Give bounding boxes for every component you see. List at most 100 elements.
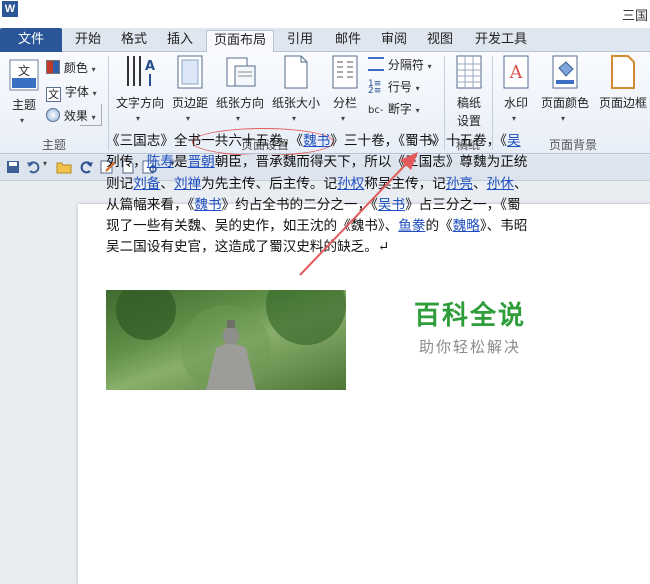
tab-insert[interactable]: 插入	[158, 30, 202, 52]
line-numbers-label: 行号	[387, 80, 412, 94]
columns-label: 分栏	[332, 96, 357, 110]
chevron-down-icon: ▾	[136, 114, 141, 123]
theme-group-label: 主题	[41, 138, 66, 152]
chevron-down-icon: ▾	[92, 89, 97, 98]
chevron-down-icon: ▾	[415, 84, 420, 93]
text-line: 现了一些有关魏、吴的史作，如王沈的《魏书》、鱼豢的《魏略》、韦昭	[106, 216, 586, 237]
text-run: 为先主传、后主传。记	[201, 175, 338, 192]
hyperlink[interactable]: 晋朝	[188, 154, 215, 170]
window-title: 三国	[621, 9, 648, 24]
manuscript-settings-button[interactable]: 稿纸 设置	[448, 54, 490, 132]
text-run: 、	[160, 175, 174, 192]
manuscript-label-line1: 稿纸	[456, 96, 481, 110]
chevron-down-icon: ▾	[292, 114, 297, 123]
watermark-subtitle: 助你轻松解决	[418, 338, 521, 356]
hyphenation-icon: bc-	[368, 105, 384, 116]
theme-fonts-button[interactable]: 文 字体 ▾	[46, 82, 97, 102]
text-run: 是	[173, 154, 188, 171]
chevron-down-icon: ▾	[427, 62, 432, 71]
breaks-label: 分隔符	[387, 58, 424, 72]
hyphenation-button[interactable]: bc- 断字 ▾	[368, 99, 420, 119]
page-borders-label: 页面边框	[598, 96, 647, 110]
margin-corner-mark	[80, 104, 102, 126]
margins-button[interactable]: 页边距 ▾	[168, 54, 212, 130]
undo-dropdown-icon[interactable]: ▾	[43, 159, 47, 168]
text-line: 从篇幅来看，《魏书》约占全书的二分之一，《吴书》占三分之一，《蜀	[106, 195, 586, 216]
text-run: 》、韦昭	[479, 218, 528, 235]
text-run: 、	[513, 175, 528, 192]
save-icon[interactable]	[6, 160, 20, 174]
hyperlink[interactable]: 孙休	[487, 176, 514, 192]
tab-mailings[interactable]: 邮件	[326, 30, 370, 52]
text-direction-button[interactable]: A 文字方向 ▾	[112, 54, 168, 130]
text-run: 现了一些有关魏、吴的史作，如王沈的《魏书》、	[106, 218, 399, 235]
paint-bucket-icon	[552, 55, 578, 89]
document-page[interactable]	[78, 204, 650, 584]
ribbon-tab-row: 文件 开始 格式 插入 页面布局 引用 邮件 审阅 视图 开发工具	[0, 28, 650, 54]
page-borders-button[interactable]: 页面边框	[594, 54, 650, 130]
text-run: 称吴主传，记	[364, 175, 446, 192]
svg-text:A: A	[509, 62, 524, 83]
chevron-down-icon: ▾	[91, 65, 96, 74]
paper-size-icon	[284, 55, 308, 89]
word-app-icon[interactable]: W	[2, 1, 18, 17]
text-run: 、	[473, 175, 487, 192]
hyperlink[interactable]: 孙亮	[446, 176, 473, 192]
columns-button[interactable]: 分栏 ▾	[326, 54, 364, 130]
orientation-button[interactable]: 纸张方向 ▾	[212, 54, 268, 130]
orientation-label: 纸张方向	[215, 96, 264, 110]
text-run: 》约占全书的二分之一，《	[221, 196, 378, 213]
hyperlink[interactable]: 魏略	[453, 218, 480, 234]
svg-text:文: 文	[18, 63, 30, 78]
document-body-text[interactable]: 《三国志》全书一共六十五卷，《魏书》三十卷，《蜀书》十五卷，《吴 列传，陈寿是晋朝…	[106, 131, 586, 259]
paper-size-button[interactable]: 纸张大小 ▾	[268, 54, 324, 130]
repeat-icon[interactable]	[80, 160, 94, 174]
page-color-label: 页面颜色	[540, 96, 589, 110]
hyperlink[interactable]: 刘备	[133, 176, 160, 192]
watermark-icon: A	[503, 55, 529, 89]
hyperlink[interactable]: 鱼豢	[398, 218, 425, 234]
tab-format[interactable]: 格式	[112, 30, 156, 52]
line-numbers-button[interactable]: 1≡ 2≡ 行号 ▾	[368, 77, 420, 97]
watermark-button[interactable]: A 水印 ▾	[498, 54, 534, 130]
chevron-down-icon: ▾	[186, 114, 191, 123]
margins-icon	[177, 55, 203, 89]
page-color-button[interactable]: 页面颜色 ▾	[536, 54, 594, 130]
tab-review[interactable]: 审阅	[372, 30, 416, 52]
statue-photo	[106, 290, 346, 390]
line-numbers-icon: 1≡ 2≡	[368, 79, 382, 96]
themes-button[interactable]: 文 主题 ▾	[4, 56, 44, 130]
tab-home[interactable]: 开始	[66, 30, 110, 52]
tab-references[interactable]: 引用	[278, 30, 322, 52]
tab-view[interactable]: 视图	[418, 30, 462, 52]
text-run: 则记	[106, 175, 134, 192]
theme-colors-button[interactable]: 颜色 ▾	[46, 58, 96, 78]
hyperlink[interactable]: 魏书	[194, 197, 221, 213]
themes-icon: 文	[9, 59, 39, 91]
open-folder-icon[interactable]	[56, 160, 72, 174]
svg-text:A: A	[145, 59, 155, 74]
hyperlink[interactable]: 孙权	[337, 176, 364, 192]
text-run: 列传，	[106, 154, 147, 171]
title-bar: W 三国	[0, 0, 650, 28]
hyperlink[interactable]: 吴书	[378, 197, 405, 213]
hyperlink[interactable]: 魏书	[303, 133, 330, 149]
hyperlink[interactable]: 吴	[507, 133, 521, 149]
manuscript-icon	[456, 55, 482, 89]
tab-file[interactable]: 文件	[0, 28, 62, 52]
font-icon: 文	[46, 87, 61, 102]
text-run: 的《	[425, 218, 453, 235]
site-watermark: 百科全说 助你轻松解决	[400, 295, 540, 357]
orientation-icon	[226, 57, 256, 87]
chevron-down-icon: ▾	[236, 114, 241, 123]
text-line: 列传，陈寿是晋朝朝臣，晋承魏而得天下，所以《三国志》尊魏为正统	[106, 152, 586, 173]
text-run: 吴二国设有史官，这造成了蜀汉史料的缺乏。↵	[106, 239, 390, 256]
hyperlink[interactable]: 陈寿	[147, 154, 174, 170]
hyperlink[interactable]: 刘禅	[174, 176, 201, 192]
breaks-button[interactable]: 分隔符 ▾	[368, 55, 432, 75]
breaks-icon	[368, 57, 384, 71]
tab-page-layout[interactable]: 页面布局	[206, 30, 274, 54]
undo-icon[interactable]	[26, 160, 40, 174]
tab-developer[interactable]: 开发工具	[466, 30, 536, 52]
chevron-down-icon: ▾	[415, 106, 420, 115]
